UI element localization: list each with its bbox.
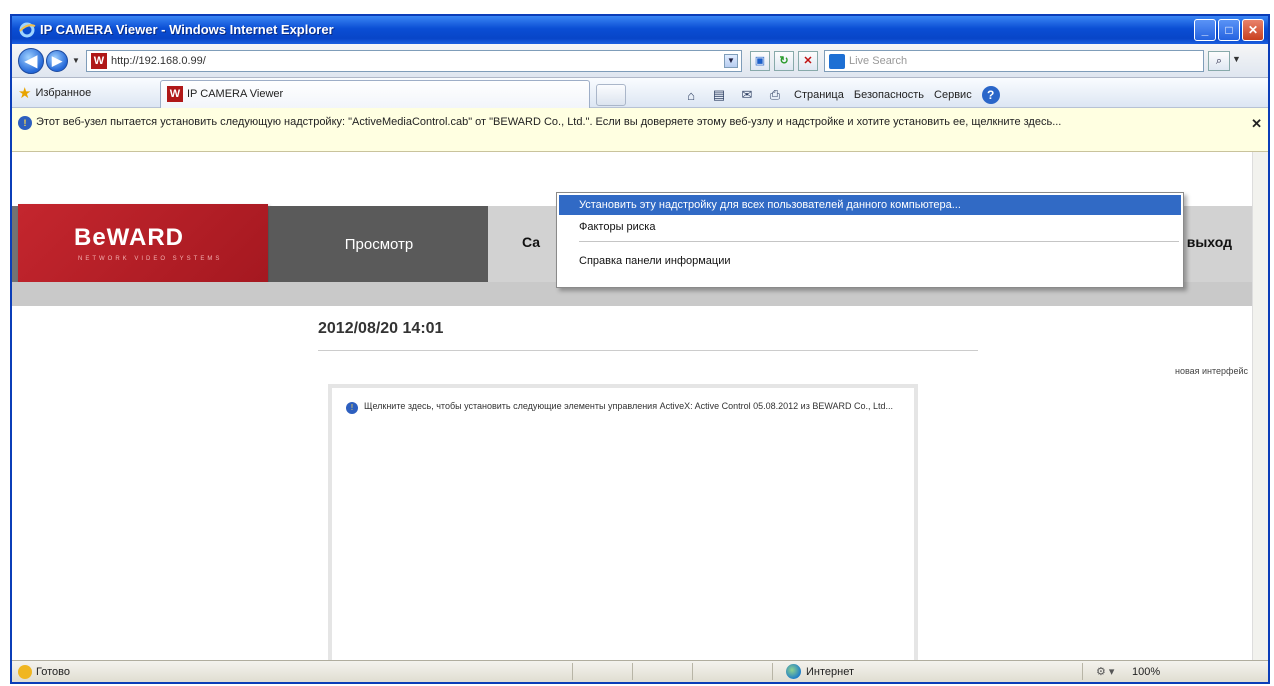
page-menu[interactable]: Страница <box>794 89 844 101</box>
menu-item-risk-factors[interactable]: Факторы риска <box>559 217 1181 237</box>
minimize-button[interactable]: _ <box>1194 19 1216 41</box>
compatibility-view-button[interactable]: ▣ <box>750 51 770 71</box>
favorites-button[interactable]: ★ Избранное <box>18 84 91 102</box>
information-bar[interactable]: ! Этот веб-узел пытается установить след… <box>12 108 1268 152</box>
protected-mode-icon[interactable]: ⚙ ▾ <box>1096 665 1114 678</box>
interface-link[interactable]: новая интерфейс <box>1175 366 1248 376</box>
ie-logo-icon <box>19 22 36 38</box>
status-text: Готово <box>36 666 70 678</box>
nav-view[interactable]: Просмотр <box>270 206 488 282</box>
history-dropdown-icon[interactable]: ▼ <box>72 56 80 65</box>
status-panel-divider <box>772 663 773 680</box>
menu-item-install-for-all-users[interactable]: Установить эту надстройку для всех польз… <box>559 195 1181 215</box>
tab-ip-camera-viewer[interactable]: W IP CAMERA Viewer <box>160 80 590 108</box>
command-bar: ⌂ ▤ ✉ ⎙ Страница Безопасность Сервис ? <box>682 86 1000 104</box>
video-viewer-area[interactable]: ! Щелкните здесь, чтобы установить следу… <box>328 384 918 660</box>
title-bar[interactable]: IP CAMERA Viewer - Windows Internet Expl… <box>12 16 1268 44</box>
mail-icon[interactable]: ✉ <box>738 87 756 103</box>
feeds-icon[interactable]: ▤ <box>710 87 728 103</box>
back-button[interactable]: ◀ <box>18 48 44 74</box>
home-icon[interactable]: ⌂ <box>682 87 700 103</box>
tab-label: IP CAMERA Viewer <box>187 88 284 100</box>
search-input[interactable]: Live Search <box>824 50 1204 72</box>
logo-text: BeWARD <box>74 224 185 251</box>
help-icon[interactable]: ? <box>981 86 1000 104</box>
url-dropdown-icon[interactable]: ▼ <box>724 54 738 68</box>
page-status-icon <box>18 665 32 679</box>
status-panel-divider <box>572 663 573 680</box>
star-icon: ★ <box>18 85 32 102</box>
stop-button[interactable]: ✕ <box>798 51 818 71</box>
print-icon[interactable]: ⎙ <box>766 87 784 103</box>
logo-tagline: NETWORK VIDEO SYSTEMS <box>78 256 223 262</box>
search-button[interactable]: ⌕ <box>1208 51 1230 71</box>
status-panel-divider <box>632 663 633 680</box>
zoom-level[interactable]: 100% <box>1132 666 1160 678</box>
internet-zone-icon <box>786 664 801 679</box>
status-panel-divider <box>692 663 693 680</box>
beward-logo[interactable]: BeWARD NETWORK VIDEO SYSTEMS <box>18 204 268 282</box>
shield-icon: ! <box>18 116 32 130</box>
infobar-context-menu: Установить эту надстройку для всех польз… <box>556 192 1184 288</box>
new-tab-button[interactable] <box>596 84 626 106</box>
security-zone[interactable]: Интернет <box>806 666 854 678</box>
menu-separator <box>579 241 1179 242</box>
maximize-button[interactable]: □ <box>1218 19 1240 41</box>
status-panel-divider <box>1082 663 1083 680</box>
infobar-close-icon[interactable]: ✕ <box>1251 116 1262 132</box>
browser-window: IP CAMERA Viewer - Windows Internet Expl… <box>10 14 1270 684</box>
search-options-icon[interactable]: ▼ <box>1232 54 1241 64</box>
status-bar: Готово Интернет ⚙ ▾ 100% <box>12 660 1268 682</box>
close-button[interactable]: ✕ <box>1242 19 1264 41</box>
window-title: IP CAMERA Viewer - Windows Internet Expl… <box>40 22 334 37</box>
vertical-scrollbar[interactable] <box>1252 152 1268 660</box>
infobar-message: Этот веб-узел пытается установить следую… <box>36 116 1062 128</box>
site-favicon-icon: W <box>91 53 107 69</box>
safety-menu[interactable]: Безопасность <box>854 89 924 101</box>
activex-shield-icon: ! <box>346 402 358 414</box>
nav-settings-label: Са <box>522 234 541 250</box>
favorites-label: Избранное <box>35 87 92 99</box>
forward-button[interactable]: ▶ <box>46 50 68 72</box>
window-controls: _ □ ✕ <box>1194 19 1264 41</box>
nav-exit-label: выход <box>1186 234 1232 250</box>
address-bar: ◀ ▶ ▼ W http://192.168.0.99/ ▼ ▣ ↻ ✕ Liv… <box>12 44 1268 78</box>
url-text: http://192.168.0.99/ <box>111 55 206 67</box>
live-search-icon <box>829 54 845 69</box>
search-placeholder: Live Search <box>849 55 908 67</box>
tools-menu[interactable]: Сервис <box>934 89 972 101</box>
divider <box>318 350 978 351</box>
menu-item-infobar-help[interactable]: Справка панели информации <box>559 251 1181 271</box>
refresh-button[interactable]: ↻ <box>774 51 794 71</box>
favorites-bar: ★ Избранное W IP CAMERA Viewer ⌂ ▤ ✉ ⎙ С… <box>12 78 1268 108</box>
activex-install-message[interactable]: Щелкните здесь, чтобы установить следующ… <box>364 400 904 412</box>
url-field[interactable]: W http://192.168.0.99/ ▼ <box>86 50 742 72</box>
camera-datetime: 2012/08/20 14:01 <box>318 320 444 337</box>
tab-favicon-icon: W <box>167 86 183 102</box>
